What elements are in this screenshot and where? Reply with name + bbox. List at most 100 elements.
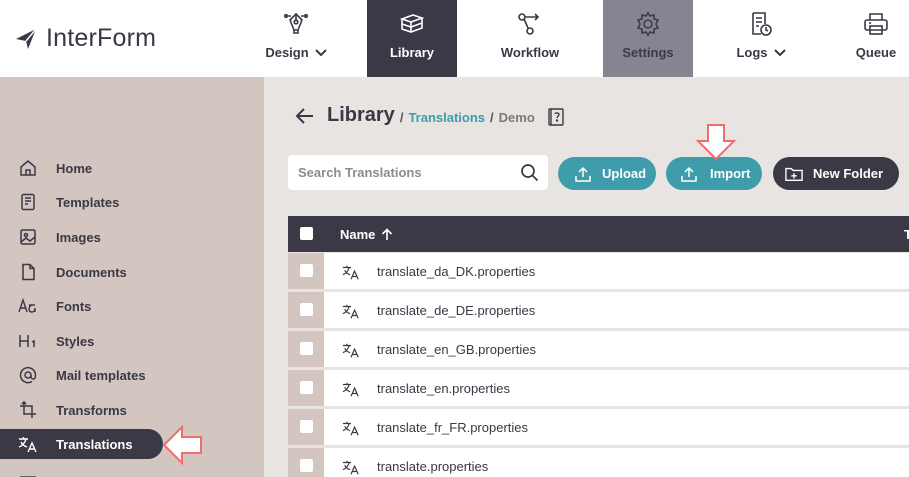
sidebar-item-fonts[interactable]: Fonts (0, 291, 163, 321)
row-checkbox[interactable] (300, 264, 313, 277)
help-book-icon[interactable] (547, 107, 565, 126)
sidebar-item-partial[interactable] (0, 463, 163, 477)
sort-ascending-icon (382, 228, 393, 240)
search-icon[interactable] (520, 163, 539, 182)
sidebar-item-label: Fonts (56, 298, 92, 314)
sidebar-item-home[interactable]: Home (0, 153, 163, 183)
import-icon (681, 166, 697, 182)
log-document-icon (746, 10, 776, 38)
sidebar-item-translations[interactable]: Translations (0, 429, 163, 459)
search-input[interactable] (298, 155, 508, 190)
row-checkbox[interactable] (300, 420, 313, 433)
nav-library-label: Library (389, 45, 435, 60)
nav-settings-label: Settings (622, 45, 674, 60)
top-navigation-bar: InterForm Design Library Workflow Settin… (0, 0, 909, 77)
breadcrumb: Library / Translations / Demo (294, 104, 565, 127)
nav-library[interactable]: Library (367, 0, 457, 77)
nav-workflow-label: Workflow (500, 45, 560, 60)
file-name[interactable]: translate.properties (377, 459, 488, 474)
select-all-checkbox[interactable] (300, 227, 313, 240)
new-folder-button-label: New Folder (813, 166, 884, 181)
breadcrumb-separator: / (399, 109, 404, 125)
column-header-name[interactable]: Name (340, 227, 393, 242)
printer-icon (861, 10, 891, 38)
row-checkbox[interactable] (300, 303, 313, 316)
sidebar-item-label: Templates (56, 194, 120, 210)
table-row[interactable]: translate_da_DK.properties (288, 253, 909, 289)
row-checkbox[interactable] (300, 459, 313, 472)
nav-design-label: Design (265, 45, 309, 60)
column-header-name-label: Name (340, 227, 376, 242)
partial-icon (18, 468, 38, 477)
sidebar-item-label: Home (56, 160, 93, 176)
nav-design[interactable]: Design (248, 0, 344, 77)
nav-queue-label: Queue (855, 45, 897, 60)
table-header: Name T (288, 216, 909, 252)
new-folder-button[interactable]: New Folder (773, 157, 899, 190)
app-logo[interactable]: InterForm (14, 24, 156, 53)
interform-logo-icon (16, 28, 37, 49)
file-name[interactable]: translate_en.properties (377, 381, 510, 396)
translate-icon (342, 304, 359, 319)
import-button[interactable]: Import (666, 157, 762, 190)
file-name[interactable]: translate_de_DE.properties (377, 303, 535, 318)
document-icon (18, 262, 38, 282)
table-row[interactable]: translate_en.properties (288, 370, 909, 406)
table-row[interactable]: translate.properties (288, 448, 909, 477)
app-logo-text: InterForm (46, 24, 157, 52)
heading-icon (18, 331, 38, 351)
translate-icon (342, 265, 359, 280)
templates-icon (18, 192, 38, 212)
upload-button-label: Upload (602, 166, 647, 181)
translate-icon (18, 434, 38, 454)
row-checkbox[interactable] (300, 342, 313, 355)
translate-icon (342, 382, 359, 397)
transform-icon (18, 400, 38, 420)
sidebar-item-label: Images (56, 229, 101, 245)
image-icon (18, 227, 38, 247)
nav-logs[interactable]: Logs (716, 0, 806, 77)
books-icon (397, 10, 427, 38)
table-row[interactable]: translate_en_GB.properties (288, 331, 909, 367)
gear-icon (633, 10, 663, 38)
row-checkbox[interactable] (300, 381, 313, 394)
annotation-arrow-left-icon (162, 424, 202, 466)
sidebar-item-styles[interactable]: Styles (0, 326, 163, 356)
sidebar: Home Templates Images Documents Fonts St… (0, 77, 264, 477)
sidebar-item-label: Documents (56, 264, 127, 280)
sidebar-item-label: Translations (56, 436, 133, 452)
sidebar-item-mail-templates[interactable]: Mail templates (0, 360, 163, 390)
breadcrumb-current: Demo (498, 109, 535, 125)
page-title: Library (327, 104, 395, 126)
table-row[interactable]: translate_fr_FR.properties (288, 409, 909, 445)
nav-settings[interactable]: Settings (603, 0, 693, 77)
upload-icon (575, 166, 591, 182)
chevron-down-icon (773, 48, 786, 56)
import-button-label: Import (710, 166, 751, 181)
workflow-icon (515, 10, 545, 38)
at-sign-icon (18, 365, 38, 385)
sidebar-item-label: Transforms (56, 402, 127, 418)
upload-button[interactable]: Upload (558, 157, 656, 190)
translate-icon (342, 421, 359, 436)
column-header-type[interactable]: T (904, 227, 909, 242)
file-name[interactable]: translate_en_GB.properties (377, 342, 536, 357)
sidebar-item-images[interactable]: Images (0, 222, 163, 252)
sidebar-item-templates[interactable]: Templates (0, 187, 163, 217)
translate-icon (342, 343, 359, 358)
breadcrumb-link-translations[interactable]: Translations (408, 110, 485, 125)
breadcrumb-separator: / (490, 109, 494, 125)
nav-queue[interactable]: Queue (843, 0, 909, 77)
file-name[interactable]: translate_da_DK.properties (377, 264, 535, 279)
home-icon (18, 158, 38, 178)
sidebar-item-documents[interactable]: Documents (0, 257, 163, 287)
sidebar-item-transforms[interactable]: Transforms (0, 395, 163, 425)
back-arrow-icon[interactable] (294, 105, 316, 127)
annotation-arrow-down-icon (695, 124, 737, 161)
file-name[interactable]: translate_fr_FR.properties (377, 420, 528, 435)
table-row[interactable]: translate_de_DE.properties (288, 292, 909, 328)
sidebar-item-label: Styles (56, 333, 95, 349)
sidebar-item-label: Mail templates (56, 367, 146, 383)
nav-workflow[interactable]: Workflow (484, 0, 576, 77)
fonts-icon (18, 296, 38, 316)
